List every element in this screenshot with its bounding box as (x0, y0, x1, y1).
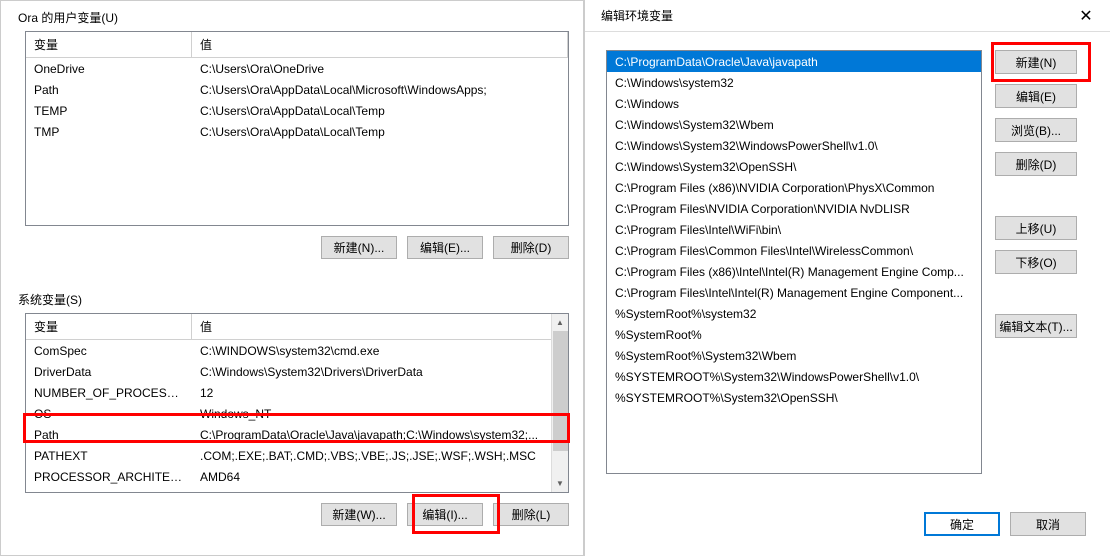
cell-val: .COM;.EXE;.BAT;.CMD;.VBS;.VBE;.JS;.JSE;.… (192, 449, 568, 463)
table-header: 变量 值 (26, 32, 568, 58)
list-item[interactable]: C:\Windows\System32\WindowsPowerShell\v1… (607, 135, 981, 156)
path-action-buttons: 新建(N) 编辑(E) 浏览(B)... 删除(D) 上移(U) 下移(O) 编… (995, 50, 1087, 348)
col-header-var[interactable]: 变量 (26, 314, 192, 339)
path-edit-button[interactable]: 编辑(E) (995, 84, 1077, 108)
path-move-up-button[interactable]: 上移(U) (995, 216, 1077, 240)
table-row[interactable]: NUMBER_OF_PROCESSORS12 (26, 382, 568, 403)
table-row[interactable]: TEMPC:\Users\Ora\AppData\Local\Temp (26, 100, 568, 121)
dialog-title: 编辑环境变量 (601, 7, 673, 24)
cell-val: C:\Windows\System32\Drivers\DriverData (192, 365, 568, 379)
cell-val: C:\Users\Ora\AppData\Local\Temp (192, 125, 568, 139)
table-row[interactable]: ComSpecC:\WINDOWS\system32\cmd.exe (26, 340, 568, 361)
user-new-button[interactable]: 新建(N)... (321, 236, 397, 259)
cell-var: OS (26, 407, 192, 421)
list-item[interactable]: %SystemRoot%\System32\Wbem (607, 345, 981, 366)
sys-edit-button[interactable]: 编辑(I)... (407, 503, 483, 526)
list-item[interactable]: C:\Program Files (x86)\Intel\Intel(R) Ma… (607, 261, 981, 282)
cell-var: OneDrive (26, 62, 192, 76)
path-move-down-button[interactable]: 下移(O) (995, 250, 1077, 274)
cell-val: C:\ProgramData\Oracle\Java\javapath;C:\W… (192, 428, 568, 442)
sys-vars-buttons: 新建(W)... 编辑(I)... 删除(L) (321, 503, 569, 526)
user-edit-button[interactable]: 编辑(E)... (407, 236, 483, 259)
sys-vars-table[interactable]: 变量 值 ComSpecC:\WINDOWS\system32\cmd.exeD… (25, 313, 569, 493)
list-item[interactable]: C:\Program Files (x86)\NVIDIA Corporatio… (607, 177, 981, 198)
cell-var: PROCESSOR_ARCHITECT... (26, 470, 192, 484)
cell-var: TEMP (26, 104, 192, 118)
sys-delete-button[interactable]: 删除(L) (493, 503, 569, 526)
table-row[interactable]: PATHEXT.COM;.EXE;.BAT;.CMD;.VBS;.VBE;.JS… (26, 445, 568, 466)
edit-env-var-dialog: 编辑环境变量 ✕ C:\ProgramData\Oracle\Java\java… (584, 0, 1110, 556)
ok-button[interactable]: 确定 (924, 512, 1000, 536)
table-row[interactable]: PROCESSOR_ARCHITECT...AMD64 (26, 466, 568, 487)
cell-var: PATHEXT (26, 449, 192, 463)
list-item[interactable]: C:\Windows (607, 93, 981, 114)
cell-var: ComSpec (26, 344, 192, 358)
path-delete-button[interactable]: 删除(D) (995, 152, 1077, 176)
cell-var: NUMBER_OF_PROCESSORS (26, 386, 192, 400)
col-header-val[interactable]: 值 (192, 314, 568, 339)
path-list[interactable]: C:\ProgramData\Oracle\Java\javapathC:\Wi… (606, 50, 982, 474)
table-header: 变量 值 (26, 314, 568, 340)
cell-val: C:\Users\Ora\AppData\Local\Microsoft\Win… (192, 83, 568, 97)
list-item[interactable]: C:\Program Files\NVIDIA Corporation\NVID… (607, 198, 981, 219)
path-browse-button[interactable]: 浏览(B)... (995, 118, 1077, 142)
list-item[interactable]: C:\Windows\System32\Wbem (607, 114, 981, 135)
cell-val: C:\Users\Ora\OneDrive (192, 62, 568, 76)
user-vars-table[interactable]: 变量 值 OneDriveC:\Users\Ora\OneDrivePathC:… (25, 31, 569, 226)
list-item[interactable]: %SYSTEMROOT%\System32\OpenSSH\ (607, 387, 981, 408)
path-edit-text-button[interactable]: 编辑文本(T)... (995, 314, 1077, 338)
cell-var: Path (26, 428, 192, 442)
table-row[interactable]: OneDriveC:\Users\Ora\OneDrive (26, 58, 568, 79)
user-delete-button[interactable]: 删除(D) (493, 236, 569, 259)
cell-val: C:\Users\Ora\AppData\Local\Temp (192, 104, 568, 118)
list-item[interactable]: C:\Program Files\Common Files\Intel\Wire… (607, 240, 981, 261)
user-vars-buttons: 新建(N)... 编辑(E)... 删除(D) (321, 236, 569, 259)
list-item[interactable]: C:\Windows\System32\OpenSSH\ (607, 156, 981, 177)
scroll-up-icon[interactable]: ▲ (552, 314, 568, 331)
cell-val: C:\WINDOWS\system32\cmd.exe (192, 344, 568, 358)
scroll-thumb[interactable] (553, 331, 568, 451)
cell-var: DriverData (26, 365, 192, 379)
table-row[interactable]: PathC:\ProgramData\Oracle\Java\javapath;… (26, 424, 568, 445)
cell-val: Windows_NT (192, 407, 568, 421)
close-icon[interactable]: ✕ (1074, 4, 1098, 28)
cancel-button[interactable]: 取消 (1010, 512, 1086, 536)
path-new-button[interactable]: 新建(N) (995, 50, 1077, 74)
cell-var: TMP (26, 125, 192, 139)
list-item[interactable]: C:\Windows\system32 (607, 72, 981, 93)
dialog-titlebar: 编辑环境变量 ✕ (585, 0, 1110, 32)
table-row[interactable]: TMPC:\Users\Ora\AppData\Local\Temp (26, 121, 568, 142)
dialog-bottom-buttons: 确定 取消 (924, 512, 1086, 536)
table-row[interactable]: OSWindows_NT (26, 403, 568, 424)
env-vars-panel: Ora 的用户变量(U) 变量 值 OneDriveC:\Users\Ora\O… (0, 0, 584, 556)
user-vars-section-label: Ora 的用户变量(U) (18, 9, 118, 26)
cell-var: Path (26, 83, 192, 97)
list-item[interactable]: %SYSTEMROOT%\System32\WindowsPowerShell\… (607, 366, 981, 387)
list-item[interactable]: C:\Program Files\Intel\WiFi\bin\ (607, 219, 981, 240)
scrollbar[interactable]: ▲ ▼ (551, 314, 568, 492)
sys-new-button[interactable]: 新建(W)... (321, 503, 397, 526)
list-item[interactable]: C:\ProgramData\Oracle\Java\javapath (607, 51, 981, 72)
list-item[interactable]: %SystemRoot% (607, 324, 981, 345)
table-row[interactable]: DriverDataC:\Windows\System32\Drivers\Dr… (26, 361, 568, 382)
col-header-val[interactable]: 值 (192, 32, 568, 57)
cell-val: AMD64 (192, 470, 568, 484)
list-item[interactable]: C:\Program Files\Intel\Intel(R) Manageme… (607, 282, 981, 303)
scroll-down-icon[interactable]: ▼ (552, 475, 568, 492)
col-header-var[interactable]: 变量 (26, 32, 192, 57)
list-item[interactable]: %SystemRoot%\system32 (607, 303, 981, 324)
table-row[interactable]: PathC:\Users\Ora\AppData\Local\Microsoft… (26, 79, 568, 100)
cell-val: 12 (192, 386, 568, 400)
sys-vars-section-label: 系统变量(S) (18, 291, 82, 308)
